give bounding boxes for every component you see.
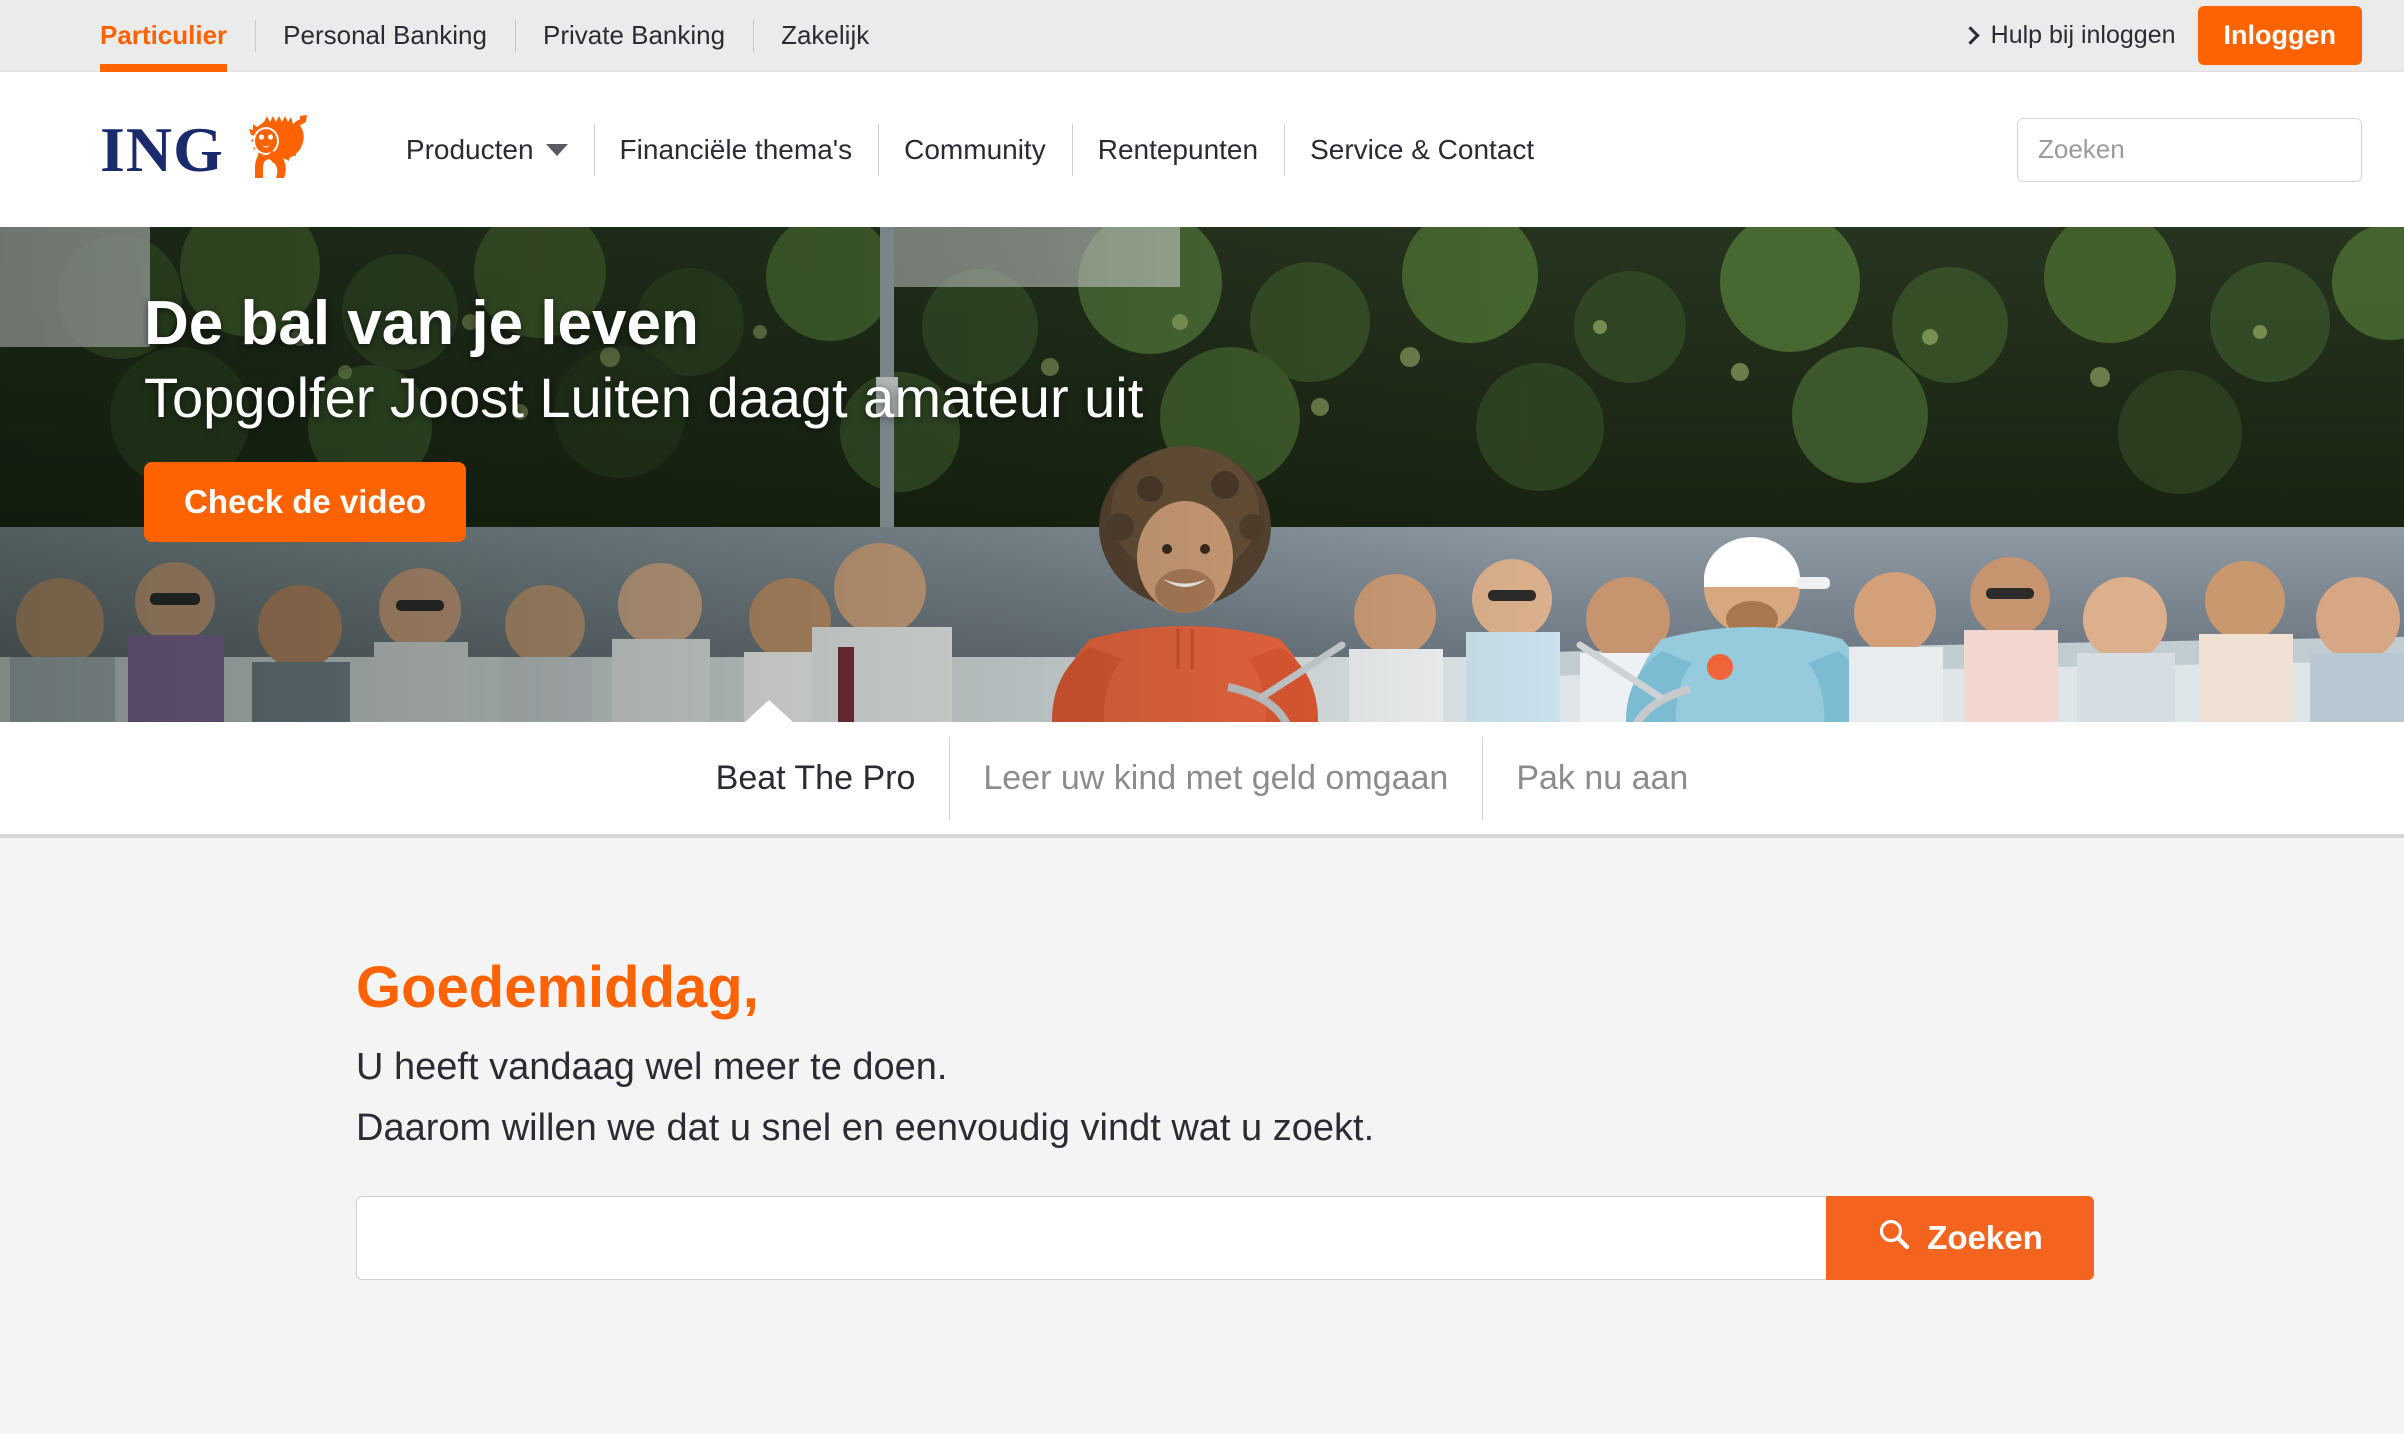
main-search: Zoeken [356,1196,2094,1281]
segment-tab-label: Zakelijk [781,20,870,50]
greeting-line-2: Daarom willen we dat u snel en eenvoudig… [356,1107,1375,1150]
main-search-button-label: Zoeken [1927,1219,2043,1257]
carousel-tab-leer-uw-kind[interactable]: Leer uw kind met geld omgaan [949,736,1482,820]
chevron-right-icon [1960,26,1980,45]
nav-item-label: Producten [405,133,534,165]
hero-title: De bal van je leven [144,289,699,358]
nav-item-financiele-themas[interactable]: Financiële thema's [593,118,879,182]
nav-item-rentepunten[interactable]: Rentepunten [1071,118,1284,182]
greeting-heading: Goedemiddag, [356,955,759,1020]
carousel-tab-label: Leer uw kind met geld omgaan [983,758,1449,797]
hero-banner: De bal van je leven Topgolfer Joost Luit… [0,227,2404,722]
main-content: Goedemiddag, U heeft vandaag wel meer te… [0,838,2404,1434]
ing-wordmark: ING [100,113,224,185]
login-button[interactable]: Inloggen [2197,6,2362,65]
carousel-active-pointer [745,700,793,722]
segment-tab-zakelijk[interactable]: Zakelijk [753,0,897,72]
login-help-link[interactable]: Hulp bij inloggen [1960,21,2176,50]
carousel-tab-label: Beat The Pro [715,758,916,797]
nav-item-label: Service & Contact [1310,133,1535,165]
header-search-input[interactable] [2018,118,2361,181]
nav-item-label: Financiële thema's [619,133,853,165]
utility-bar: Particulier Personal Banking Private Ban… [0,0,2404,72]
greeting-block: Goedemiddag, U heeft vandaag wel meer te… [356,955,2096,1281]
header-search [2017,117,2362,182]
segment-tab-label: Particulier [100,20,228,50]
segment-tab-personal-banking[interactable]: Personal Banking [255,0,515,72]
ing-logo[interactable]: ING [100,115,324,184]
segment-nav: Particulier Personal Banking Private Ban… [100,0,897,72]
main-search-button[interactable]: Zoeken [1826,1196,2094,1281]
nav-item-service-contact[interactable]: Service & Contact [1284,118,1560,182]
nav-item-producten[interactable]: Producten [380,118,594,182]
segment-tab-label: Private Banking [542,20,726,50]
carousel-tab-pak-nu-aan[interactable]: Pak nu aan [1482,736,1722,820]
nav-item-label: Community [904,133,1046,165]
greeting-line-1: U heeft vandaag wel meer te doen. [356,1045,948,1088]
carousel-tab-label: Pak nu aan [1516,758,1689,797]
site-header: ING Producten Financiële thema's Communi… [0,72,2404,227]
lion-icon [238,115,324,184]
chevron-down-icon [545,143,568,156]
nav-item-community[interactable]: Community [878,118,1072,182]
search-icon [1877,1217,1911,1259]
segment-tab-label: Personal Banking [283,20,487,50]
login-help-label: Hulp bij inloggen [1990,21,2176,49]
hero-content: De bal van je leven Topgolfer Joost Luit… [144,289,1144,543]
carousel-tabs: Beat The Pro Leer uw kind met geld omgaa… [0,722,2404,838]
nav-item-label: Rentepunten [1097,133,1259,165]
segment-tab-private-banking[interactable]: Private Banking [514,0,753,72]
hero-subtitle: Topgolfer Joost Luiten daagt amateur uit [144,366,1144,430]
main-nav: Producten Financiële thema's Community R… [380,118,1560,182]
carousel-tab-beat-the-pro[interactable]: Beat The Pro [682,759,950,798]
segment-tab-particulier[interactable]: Particulier [100,0,255,72]
main-search-input[interactable] [356,1196,1826,1281]
utility-bar-actions: Hulp bij inloggen Inloggen [1960,6,2362,65]
hero-cta-button[interactable]: Check de video [144,462,467,543]
